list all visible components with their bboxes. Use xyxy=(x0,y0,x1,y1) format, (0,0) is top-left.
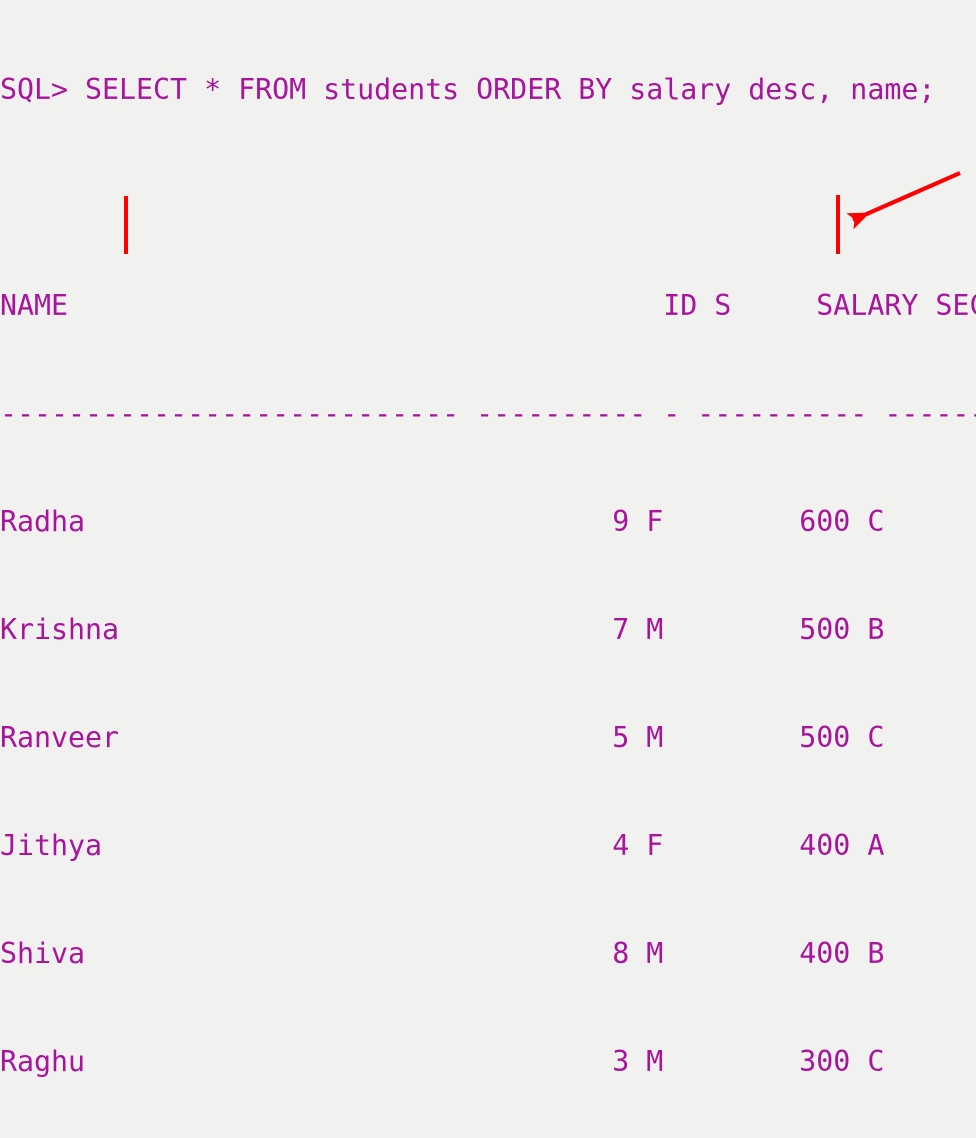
table-row: Jithya 4 F 400 A xyxy=(0,829,885,862)
table-row: Radha 9 F 600 C xyxy=(0,505,885,538)
sql-prompt-line: SQL> SELECT * FROM students ORDER BY sal… xyxy=(0,73,936,106)
console-output: SQL> SELECT * FROM students ORDER BY sal… xyxy=(0,0,976,1138)
blank-line-1 xyxy=(0,180,976,216)
annotation-bracket-salary-column xyxy=(836,195,840,254)
table-row: Raghu 3 M 300 C xyxy=(0,1045,885,1078)
column-separator-line: --------------------------- ---------- -… xyxy=(0,397,976,430)
annotation-bracket-name-column xyxy=(124,196,128,254)
table-row: Krishna 7 M 500 B xyxy=(0,613,885,646)
table-row: Ranveer 5 M 500 C xyxy=(0,721,885,754)
terminal-window: SQL> SELECT * FROM students ORDER BY sal… xyxy=(0,0,976,1078)
table-row: Shiva 8 M 400 B xyxy=(0,937,885,970)
column-header-line: NAME ID S SALARY SECTIO xyxy=(0,289,976,322)
